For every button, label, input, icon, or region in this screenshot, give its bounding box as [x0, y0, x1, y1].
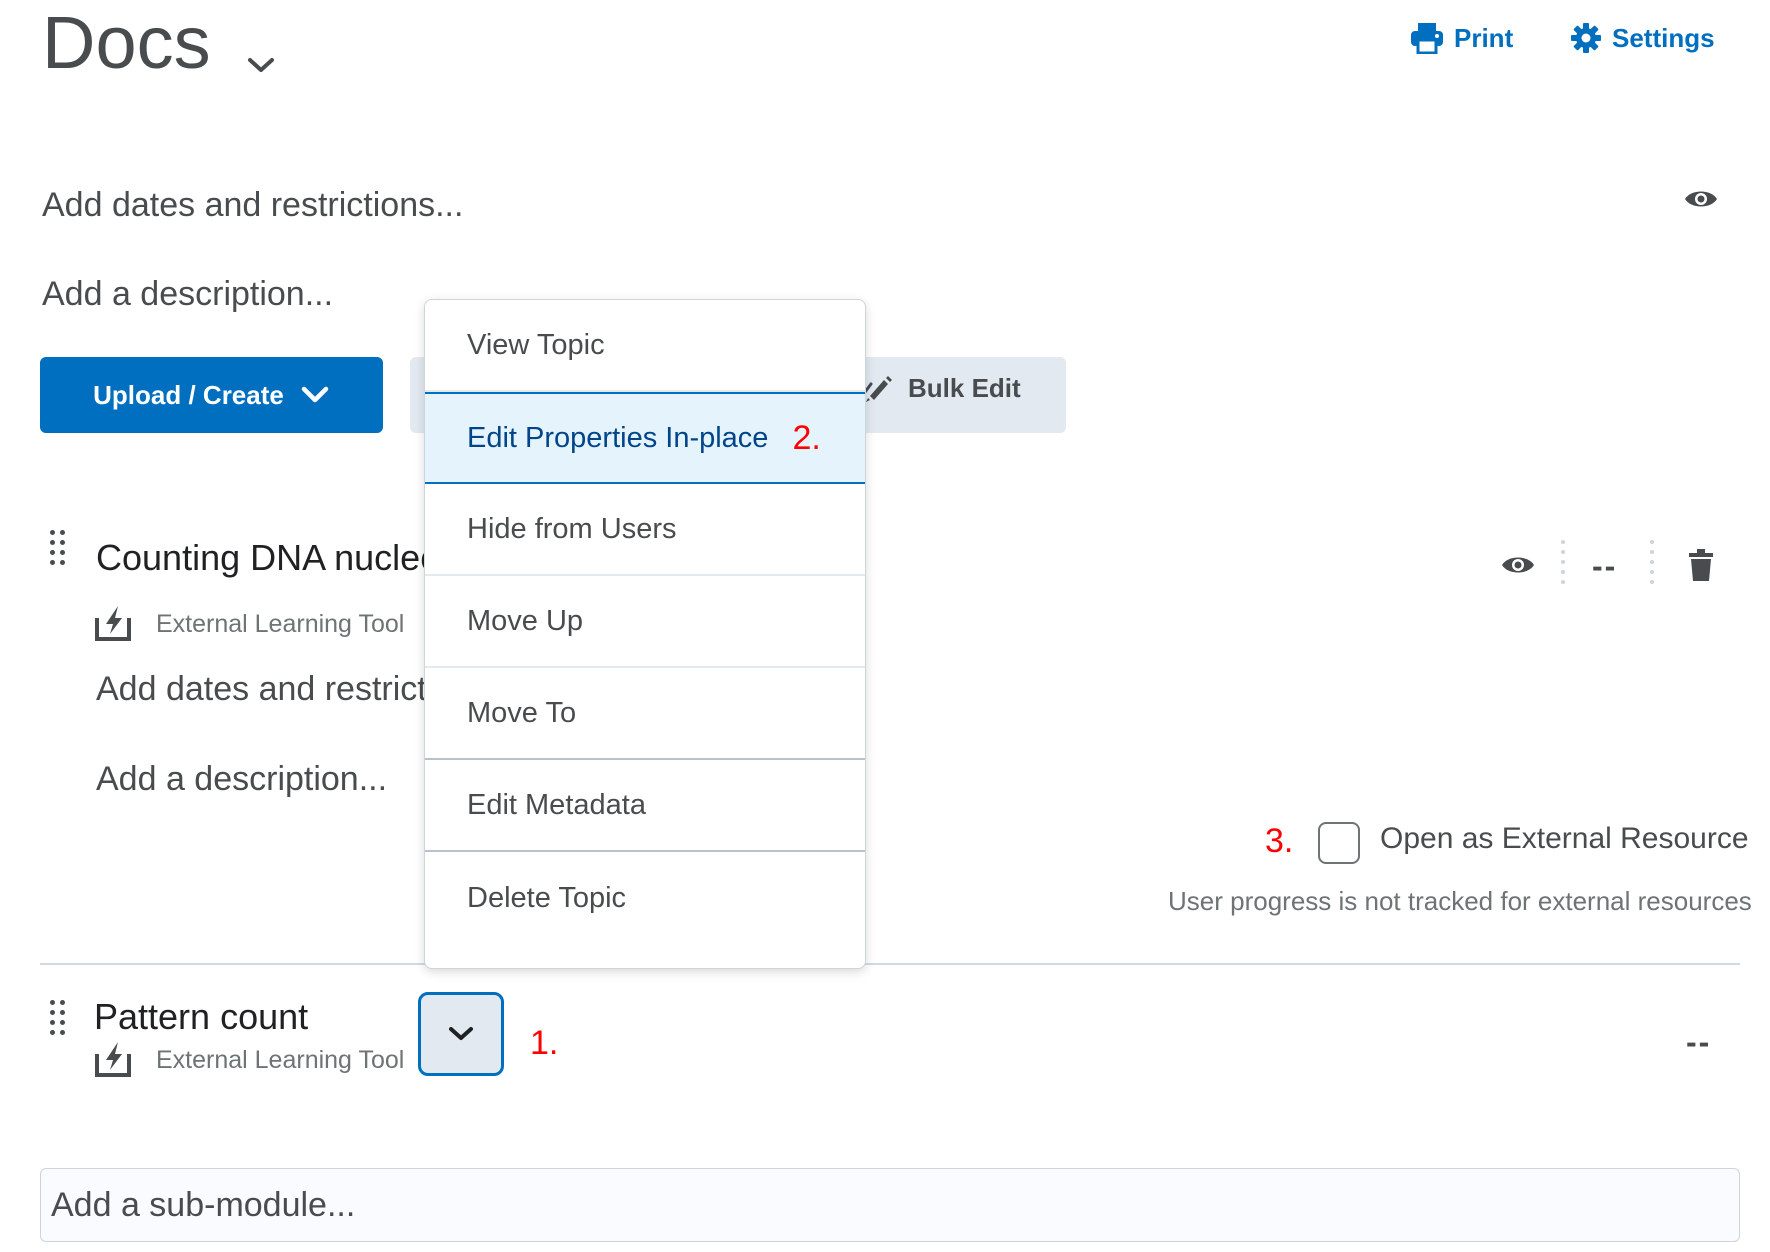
- menu-item-label: View Topic: [467, 328, 605, 361]
- divider-dots: [1561, 540, 1565, 584]
- eye-icon[interactable]: [1500, 552, 1536, 578]
- menu-item-hide-from-users[interactable]: Hide from Users: [425, 484, 865, 576]
- upload-create-label: Upload / Create: [93, 379, 284, 410]
- menu-item-label: Move To: [467, 696, 577, 729]
- drag-handle[interactable]: [50, 530, 70, 565]
- print-label: Print: [1454, 22, 1514, 53]
- topic-add-dates-link[interactable]: Add dates and restrict: [96, 670, 427, 709]
- settings-button[interactable]: Settings: [1570, 22, 1715, 54]
- annotation-step-3: 3.: [1265, 822, 1294, 860]
- add-dates-link[interactable]: Add dates and restrictions...: [42, 186, 463, 225]
- annotation-step-2: 2.: [792, 418, 821, 457]
- topic-title[interactable]: Counting DNA nucleo: [96, 537, 440, 579]
- pencil-icon: [863, 376, 892, 402]
- page-title: Docs: [42, 1, 211, 84]
- chevron-down-icon: [449, 1027, 473, 1040]
- bulk-edit-button[interactable]: Bulk Edit: [862, 372, 1021, 404]
- menu-item-label: Hide from Users: [467, 512, 677, 545]
- annotation-step-1: 1.: [530, 1024, 559, 1062]
- topic-title-link[interactable]: Pattern count: [94, 996, 308, 1038]
- menu-item-move-to[interactable]: Move To: [425, 668, 865, 760]
- bulk-edit-label: Bulk Edit: [908, 372, 1021, 403]
- menu-item-edit-properties[interactable]: Edit Properties In-place 2.: [425, 392, 865, 484]
- divider-dots: [1650, 540, 1654, 584]
- chevron-down-icon[interactable]: [246, 55, 276, 75]
- topic-type-label: External Learning Tool: [156, 610, 405, 638]
- menu-item-edit-metadata[interactable]: Edit Metadata: [425, 760, 865, 852]
- external-tool-icon: [95, 1042, 131, 1077]
- external-note: User progress is not tracked for externa…: [1168, 886, 1752, 916]
- eye-icon[interactable]: [1683, 186, 1719, 212]
- menu-item-label: Move Up: [467, 604, 584, 637]
- topic-add-description-link[interactable]: Add a description...: [96, 760, 387, 799]
- chevron-down-icon: [301, 386, 329, 403]
- menu-item-move-up[interactable]: Move Up: [425, 576, 865, 668]
- topic-actions-chevron-button[interactable]: [418, 992, 504, 1076]
- menu-item-view-topic[interactable]: View Topic: [425, 300, 865, 392]
- menu-item-label: Delete Topic: [467, 881, 627, 914]
- upload-create-button[interactable]: Upload / Create: [40, 357, 383, 433]
- trash-icon[interactable]: [1688, 548, 1714, 582]
- add-description-link[interactable]: Add a description...: [42, 275, 333, 314]
- topic-type-label: External Learning Tool: [156, 1046, 405, 1074]
- external-tool-icon: [95, 606, 131, 641]
- menu-item-delete-topic[interactable]: Delete Topic: [425, 852, 865, 944]
- open-external-label: Open as External Resource: [1380, 822, 1749, 855]
- print-button[interactable]: Print: [1410, 22, 1513, 54]
- drag-handle[interactable]: [50, 1000, 70, 1035]
- grade-placeholder: --: [1592, 548, 1618, 584]
- topic-context-menu: View Topic Edit Properties In-place 2. H…: [424, 299, 866, 969]
- add-submodule-input[interactable]: Add a sub-module...: [40, 1168, 1740, 1242]
- settings-label: Settings: [1612, 22, 1715, 53]
- open-external-checkbox[interactable]: [1318, 822, 1360, 864]
- printer-icon: [1411, 23, 1443, 54]
- grade-placeholder: --: [1686, 1024, 1712, 1060]
- menu-item-label: Edit Metadata: [467, 788, 646, 821]
- menu-item-label: Edit Properties In-place: [467, 421, 769, 454]
- gear-icon: [1571, 23, 1601, 53]
- row-divider: [40, 963, 1740, 965]
